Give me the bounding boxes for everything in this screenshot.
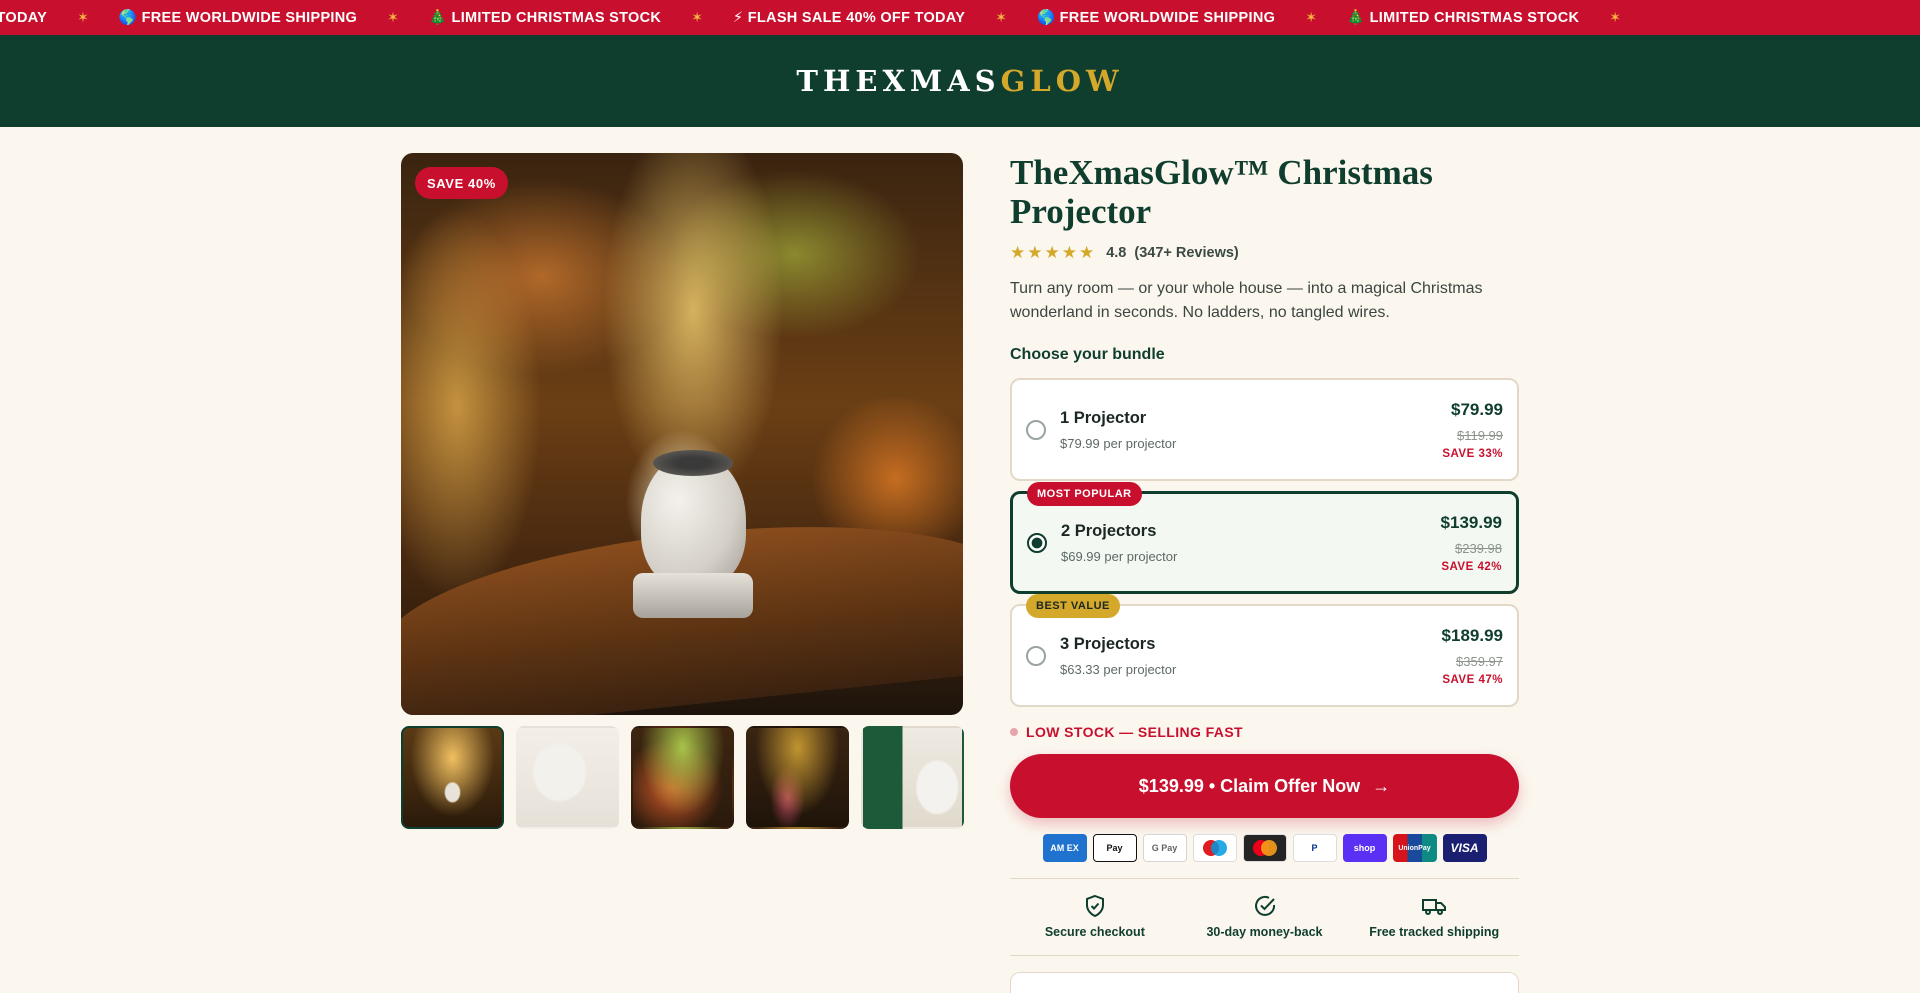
stock-status: LOW STOCK — SELLING FAST: [1010, 724, 1519, 740]
image-projector-stand: [633, 573, 753, 618]
bundle-option-3[interactable]: BEST VALUE 3 Projectors $63.33 per proje…: [1010, 594, 1519, 707]
truck-icon: [1349, 893, 1519, 919]
image-projector-lens: [653, 450, 733, 476]
bundle-old-price: $359.97: [1456, 653, 1503, 669]
site-logo[interactable]: THEXMASGLOW: [796, 64, 1123, 98]
ticker-item: 🎄 LIMITED CHRISTMAS STOCK: [1346, 10, 1580, 26]
arrow-right-icon: →: [1372, 775, 1391, 796]
bundle-option-2[interactable]: MOST POPULAR 2 Projectors $69.99 per pro…: [1010, 482, 1519, 594]
site-header: THEXMASGLOW: [0, 35, 1920, 127]
feature-money-back: 30-day money-back: [1180, 893, 1350, 939]
bundle-save: SAVE 33%: [1442, 447, 1503, 460]
best-value-badge: BEST VALUE: [1026, 594, 1120, 618]
ticker-separator: ✶: [387, 9, 399, 25]
radio-button[interactable]: [1026, 645, 1046, 666]
thumbnail-2[interactable]: [516, 726, 619, 829]
status-dot-icon: [1010, 728, 1018, 736]
bundle-name: 2 Projectors: [1061, 521, 1157, 540]
bundle-label: Choose your bundle: [1010, 346, 1165, 363]
ticker-item: 🌎 FREE WORLDWIDE SHIPPING: [1036, 10, 1276, 26]
paypal-icon: P: [1292, 834, 1337, 862]
google-pay-icon: G Pay: [1142, 834, 1187, 862]
save-badge: SAVE 40%: [415, 167, 508, 199]
bundle-price: $79.99: [1451, 399, 1503, 419]
payment-methods: AM EX Pay G Pay P shop UnionPay VISA: [1010, 834, 1519, 862]
bundle-price: $139.99: [1440, 512, 1502, 532]
radio-button[interactable]: [1026, 419, 1046, 440]
rating-row[interactable]: ★★★★★ 4.8 (347+ Reviews): [1010, 243, 1519, 263]
product-title: TheXmasGlow™ Christmas Projector: [1010, 153, 1433, 231]
thumbnail-5[interactable]: [861, 726, 964, 829]
bundle-save: SAVE 42%: [1441, 560, 1502, 573]
amex-icon: AM EX: [1042, 834, 1087, 862]
feature-label: 30-day money-back: [1206, 925, 1323, 939]
ticker-separator: ✶: [1305, 9, 1317, 25]
star-rating-icon: ★★★★★: [1010, 243, 1097, 262]
radio-button-selected[interactable]: [1027, 532, 1047, 553]
thumbnail-3[interactable]: [631, 726, 734, 829]
bundle-old-price: $239.98: [1455, 540, 1502, 556]
unionpay-icon: UnionPay: [1392, 834, 1437, 862]
apple-pay-icon: Pay: [1092, 834, 1137, 862]
bundle-price: $189.99: [1441, 625, 1503, 645]
bundle-name: 3 Projectors: [1060, 634, 1156, 653]
feature-free-shipping: Free tracked shipping: [1349, 893, 1519, 939]
bundle-save: SAVE 47%: [1442, 673, 1503, 686]
logo-text-primary: THEXMAS: [796, 64, 1001, 98]
product-description: Turn any room — or your whole house — in…: [1010, 280, 1483, 321]
review-count: (347+ Reviews): [1134, 245, 1239, 261]
shield-check-icon: [1010, 893, 1180, 919]
bundle-old-price: $119.99: [1456, 427, 1503, 443]
ticker-item: ⚡ FLASH SALE 40% OFF TODAY: [732, 9, 966, 26]
feature-secure-checkout: Secure checkout: [1010, 893, 1180, 939]
feature-label: Free tracked shipping: [1369, 925, 1500, 939]
check-circle-icon: [1180, 893, 1350, 919]
bundle-unit-price: $79.99 per projector: [1060, 435, 1177, 451]
claim-offer-button[interactable]: $139.99 • Claim Offer Now →: [1010, 754, 1519, 818]
ticker-separator: ✶: [691, 9, 703, 25]
visa-icon: VISA: [1442, 834, 1487, 862]
bundle-unit-price: $69.99 per projector: [1061, 548, 1178, 564]
ticker-separator: ✶: [1609, 9, 1621, 25]
product-info: TheXmasGlow™ Christmas Projector ★★★★★ 4…: [1010, 153, 1519, 993]
cta-label: $139.99 • Claim Offer Now: [1138, 775, 1361, 796]
ticker-separator: ✶: [995, 9, 1007, 25]
bundle-unit-price: $63.33 per projector: [1060, 661, 1177, 677]
trust-features: Secure checkout 30-day money-back Free t…: [1010, 879, 1519, 955]
rating-value: 4.8: [1106, 245, 1127, 261]
ticker-item: F TODAY: [0, 9, 48, 26]
ticker-separator: ✶: [77, 9, 89, 25]
info-card: [1010, 972, 1519, 993]
product-main-image[interactable]: SAVE 40%: [401, 153, 963, 715]
maestro-icon: [1192, 834, 1237, 862]
shop-pay-icon: shop: [1342, 834, 1387, 862]
mastercard-icon: [1242, 834, 1287, 862]
logo-text-accent: GLOW: [1000, 64, 1124, 98]
ticker-item: 🌎 FREE WORLDWIDE SHIPPING: [118, 10, 358, 26]
ticker-item: 🎄 LIMITED CHRISTMAS STOCK: [428, 10, 662, 26]
bundle-name: 1 Projector: [1060, 408, 1147, 427]
thumbnail-1[interactable]: [401, 726, 504, 829]
feature-label: Secure checkout: [1044, 925, 1145, 939]
divider: [1010, 955, 1519, 956]
thumbnail-strip: [401, 726, 964, 829]
thumbnail-4[interactable]: [746, 726, 849, 829]
announcement-ticker: F TODAY ✶ 🌎 FREE WORLDWIDE SHIPPING ✶ 🎄 …: [0, 0, 1920, 35]
stock-text: LOW STOCK — SELLING FAST: [1026, 724, 1244, 740]
most-popular-badge: MOST POPULAR: [1027, 482, 1142, 506]
bundle-option-1[interactable]: 1 Projector $79.99 per projector $79.99 …: [1010, 378, 1519, 481]
